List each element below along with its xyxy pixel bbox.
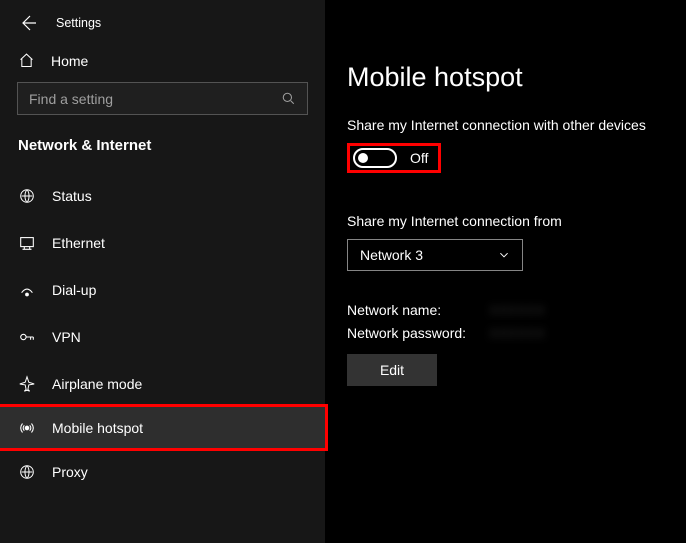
chevron-down-icon (498, 249, 510, 261)
toggle-knob (358, 153, 368, 163)
ethernet-icon (18, 234, 36, 252)
sidebar-nav: Status Ethernet Dial-up VPN Airplane mod… (0, 172, 325, 495)
home-icon (18, 52, 35, 69)
share-from-dropdown[interactable]: Network 3 (347, 239, 523, 271)
sidebar-item-home[interactable]: Home (0, 38, 325, 82)
hotspot-icon (18, 419, 36, 437)
window-title: Settings (56, 16, 101, 30)
proxy-icon (18, 463, 36, 481)
main-panel: Mobile hotspot Share my Internet connect… (325, 0, 686, 543)
sidebar-item-status[interactable]: Status (0, 172, 325, 219)
network-password-row: Network password: XXXXXX (347, 322, 664, 345)
network-password-value: XXXXXX (489, 322, 545, 345)
network-name-label: Network name: (347, 299, 489, 322)
airplane-icon (18, 375, 36, 393)
dropdown-selected: Network 3 (360, 247, 423, 263)
network-password-label: Network password: (347, 322, 489, 345)
page-title: Mobile hotspot (347, 62, 664, 93)
share-from-label: Share my Internet connection from (347, 213, 664, 229)
sidebar-item-label: Ethernet (52, 235, 105, 251)
sidebar-item-label: VPN (52, 329, 81, 345)
sidebar-item-airplane[interactable]: Airplane mode (0, 360, 325, 407)
network-name-row: Network name: XXXXXX (347, 299, 664, 322)
search-input[interactable] (29, 91, 281, 107)
sidebar-item-label: Status (52, 188, 92, 204)
edit-button[interactable]: Edit (347, 354, 437, 386)
status-icon (18, 187, 36, 205)
highlight-toggle: Off (347, 143, 441, 173)
sidebar-item-ethernet[interactable]: Ethernet (0, 219, 325, 266)
sidebar-item-label: Proxy (52, 464, 88, 480)
sidebar-section-title: Network & Internet (0, 115, 325, 172)
sidebar-item-label: Mobile hotspot (52, 420, 143, 436)
settings-sidebar: Settings Home Network & Internet Status … (0, 0, 325, 543)
vpn-icon (18, 328, 36, 346)
sidebar-item-mobile-hotspot[interactable]: Mobile hotspot (0, 404, 328, 451)
sidebar-item-vpn[interactable]: VPN (0, 313, 325, 360)
dialup-icon (18, 281, 36, 299)
home-label: Home (51, 53, 88, 69)
sidebar-item-dialup[interactable]: Dial-up (0, 266, 325, 313)
sidebar-item-proxy[interactable]: Proxy (0, 448, 325, 495)
search-icon (281, 91, 296, 106)
share-toggle[interactable] (353, 148, 397, 168)
sidebar-item-label: Dial-up (52, 282, 96, 298)
share-connection-label: Share my Internet connection with other … (347, 117, 664, 133)
back-icon[interactable] (18, 13, 38, 33)
network-name-value: XXXXXX (489, 299, 545, 322)
toggle-state-label: Off (410, 150, 428, 166)
header: Settings (0, 13, 325, 38)
search-box[interactable] (17, 82, 308, 115)
sidebar-item-label: Airplane mode (52, 376, 142, 392)
